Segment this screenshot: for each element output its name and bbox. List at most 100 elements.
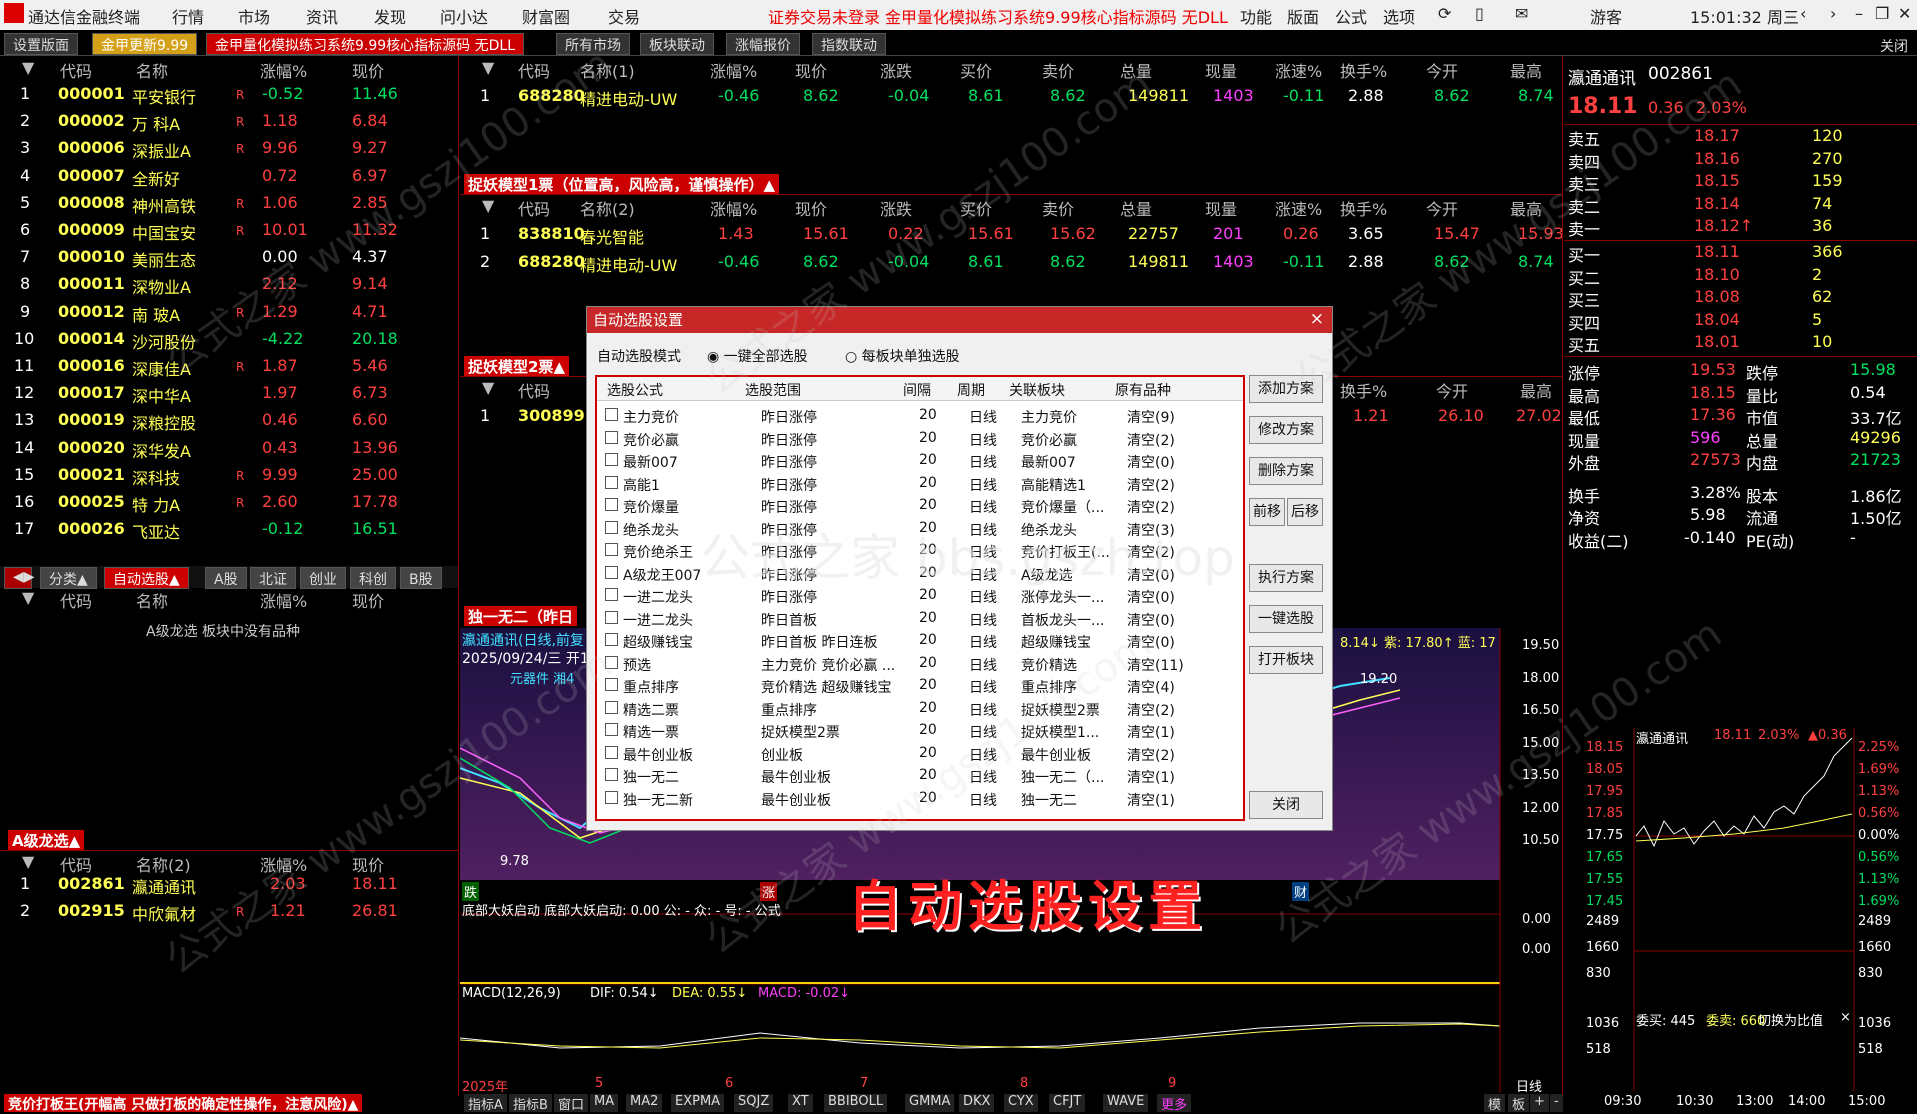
sort-icon[interactable]: ▼ <box>482 378 494 397</box>
row-checkbox[interactable] <box>605 768 618 781</box>
bottom-tab-3[interactable]: MA <box>590 1094 619 1112</box>
sort-icon[interactable]: ▼ <box>482 196 494 215</box>
table-row[interactable]: 15 000021 深科技 R 9.99 25.00 <box>0 465 458 492</box>
formula-row[interactable]: 主力竞价 昨日涨停 20 日线 主力竞价 清空(9) <box>605 405 1241 428</box>
macd-label[interactable]: MACD(12,26,9) <box>462 986 561 1001</box>
bottom-tab-2[interactable]: 窗口 <box>554 1094 589 1113</box>
col-name[interactable]: 名称 <box>136 58 168 82</box>
row-checkbox[interactable] <box>605 700 618 714</box>
row-checkbox[interactable] <box>605 610 618 624</box>
dialog-close-button[interactable]: 关闭 <box>1249 791 1323 819</box>
col-open[interactable]: 今开 <box>1426 196 1458 220</box>
col-open[interactable]: 今开 <box>1426 58 1458 82</box>
col-sector[interactable]: 关联板块 <box>1009 380 1065 400</box>
row-checkbox[interactable] <box>605 498 618 511</box>
user-label[interactable]: 游客 <box>1590 4 1622 28</box>
row-checkbox[interactable] <box>605 408 618 421</box>
bottom-tab-0[interactable]: 指标A <box>464 1094 507 1113</box>
bottom-tab-14[interactable]: 更多 <box>1157 1094 1192 1113</box>
section-title-unique[interactable]: 独一无二（昨日 <box>464 606 578 626</box>
dialog-close-icon[interactable]: × <box>1310 309 1324 329</box>
row-checkbox[interactable] <box>605 790 618 804</box>
close-window-icon[interactable]: ✕ <box>1898 4 1911 23</box>
tab-gain-quotes[interactable]: 涨幅报价 <box>726 33 800 55</box>
period-label[interactable]: 日线 <box>1516 1076 1542 1093</box>
col-interval[interactable]: 间隔 <box>903 380 931 400</box>
tab-bse[interactable]: 北证 <box>250 567 296 589</box>
col-speed[interactable]: 涨速% <box>1275 196 1322 220</box>
switch-ratio-button[interactable]: 切换为比值 <box>1758 1010 1823 1029</box>
col-price[interactable]: 现价 <box>352 58 384 82</box>
col-diff[interactable]: 涨跌 <box>880 58 912 82</box>
row-checkbox[interactable] <box>605 475 618 489</box>
col-name[interactable]: 名称(2) <box>580 196 635 220</box>
tab-index-link[interactable]: 指数联动 <box>812 33 886 55</box>
table-row[interactable]: 3 000006 深振业A R 9.96 9.27 <box>0 138 458 165</box>
col-price[interactable]: 现价 <box>795 58 827 82</box>
row-checkbox[interactable] <box>605 745 618 759</box>
run-scheme-button[interactable]: 执行方案 <box>1249 564 1323 592</box>
bottom-tab-12[interactable]: CFJT <box>1049 1094 1086 1112</box>
col-speed[interactable]: 涨速% <box>1275 58 1322 82</box>
bottom-tab-13[interactable]: WAVE <box>1103 1094 1149 1112</box>
tab-b-share[interactable]: B股 <box>400 567 442 589</box>
menu-item-news[interactable]: 资讯 <box>306 4 338 28</box>
mail-icon[interactable]: ✉ <box>1515 4 1528 23</box>
section-title-model1[interactable]: 捉妖模型1票（位置高，风险高，谨慎操作）▲ <box>464 174 779 194</box>
col-code[interactable]: 代码 <box>60 588 92 612</box>
minimize-icon[interactable]: – <box>1855 4 1863 23</box>
close-layout-button[interactable]: 关闭 <box>1880 36 1908 56</box>
col-high[interactable]: 最高 <box>1520 378 1552 402</box>
device-icon[interactable]: ▯ <box>1475 4 1484 23</box>
bottom-tab-11[interactable]: CYX <box>1004 1094 1038 1112</box>
table-row[interactable]: 1 838810 春光智能 1.43 15.61 0.22 15.61 15.62 22757 2… <box>460 224 1562 251</box>
col-ask[interactable]: 卖价 <box>1042 196 1074 220</box>
bottom-tab-5[interactable]: EXPMA <box>671 1094 725 1112</box>
formula-row[interactable]: 最新007 昨日涨停 20 日线 最新007 清空(0) <box>605 450 1241 473</box>
table-row[interactable]: 1 000001 平安银行 R -0.52 11.46 <box>0 84 458 111</box>
table-row[interactable]: 7 000010 美丽生态 0.00 4.37 <box>0 247 458 274</box>
table-row[interactable]: 16 000025 特 力A R 2.60 17.78 <box>0 492 458 519</box>
table-row[interactable]: 12 000017 深中华A 1.97 6.73 <box>0 383 458 410</box>
formula-row[interactable]: 一进二龙头 昨日首板 20 日线 首板龙头一... 清空(0) <box>605 608 1241 631</box>
col-cur-vol[interactable]: 现量 <box>1205 196 1237 220</box>
chart-control-0[interactable]: 模 <box>1484 1094 1506 1113</box>
row-checkbox[interactable] <box>605 520 618 534</box>
sort-icon[interactable]: ▼ <box>22 58 34 77</box>
section-title-bid-king[interactable]: 竞价打板王(开幅高 只做打板的确定性操作，注意风险)▲ <box>4 1094 363 1113</box>
row-checkbox[interactable] <box>605 588 618 601</box>
table-row[interactable]: 14 000020 深华发A 0.43 13.96 <box>0 438 458 465</box>
col-bid[interactable]: 买价 <box>960 58 992 82</box>
bottom-tab-9[interactable]: GMMA <box>905 1094 955 1112</box>
row-checkbox[interactable] <box>605 633 618 646</box>
move-down-button[interactable]: 后移 <box>1287 498 1323 526</box>
col-turnover[interactable]: 换手% <box>1340 196 1387 220</box>
table-row[interactable]: 11 000016 深康佳A R 1.87 5.46 <box>0 356 458 383</box>
tab-a-share[interactable]: A股 <box>205 567 247 589</box>
row-checkbox[interactable] <box>605 565 618 579</box>
menu-item-options[interactable]: 选项 <box>1383 4 1415 28</box>
menu-item-quote[interactable]: 行情 <box>172 4 204 28</box>
col-change[interactable]: 涨幅% <box>710 58 757 82</box>
sort-icon[interactable]: ▼ <box>482 58 494 77</box>
formula-row[interactable]: 高能1 昨日涨停 20 日线 高能精选1 清空(2) <box>605 473 1241 496</box>
section-title-model2[interactable]: 捉妖模型2票▲ <box>464 356 569 376</box>
menu-item-formula[interactable]: 公式 <box>1335 4 1367 28</box>
bottom-tab-7[interactable]: XT <box>788 1094 813 1112</box>
one-click-select-button[interactable]: 一键选股 <box>1249 605 1323 633</box>
close-icon[interactable]: × <box>1840 1010 1851 1025</box>
col-price[interactable]: 现价 <box>352 588 384 612</box>
chart-control-3[interactable]: - <box>1550 1094 1563 1112</box>
sort-icon[interactable]: ▼ <box>22 852 34 871</box>
formula-row[interactable]: 竞价爆量 昨日涨停 20 日线 竞价爆量（... 清空(2) <box>605 495 1241 518</box>
menu-item-ask[interactable]: 问小达 <box>440 4 488 28</box>
col-existing[interactable]: 原有品种 <box>1115 380 1171 400</box>
tab-layout-settings[interactable]: 设置版面 <box>4 33 78 55</box>
menu-item-market[interactable]: 市场 <box>238 4 270 28</box>
formula-row[interactable]: 竞价必赢 昨日涨停 20 日线 竞价必赢 清空(2) <box>605 428 1241 451</box>
row-checkbox[interactable] <box>605 723 618 736</box>
chart-control-2[interactable]: + <box>1530 1094 1549 1112</box>
bottom-tab-4[interactable]: MA2 <box>626 1094 663 1112</box>
menu-item-layout[interactable]: 版面 <box>1287 4 1319 28</box>
table-row[interactable]: 17 000026 飞亚达 -0.12 16.51 <box>0 519 458 546</box>
